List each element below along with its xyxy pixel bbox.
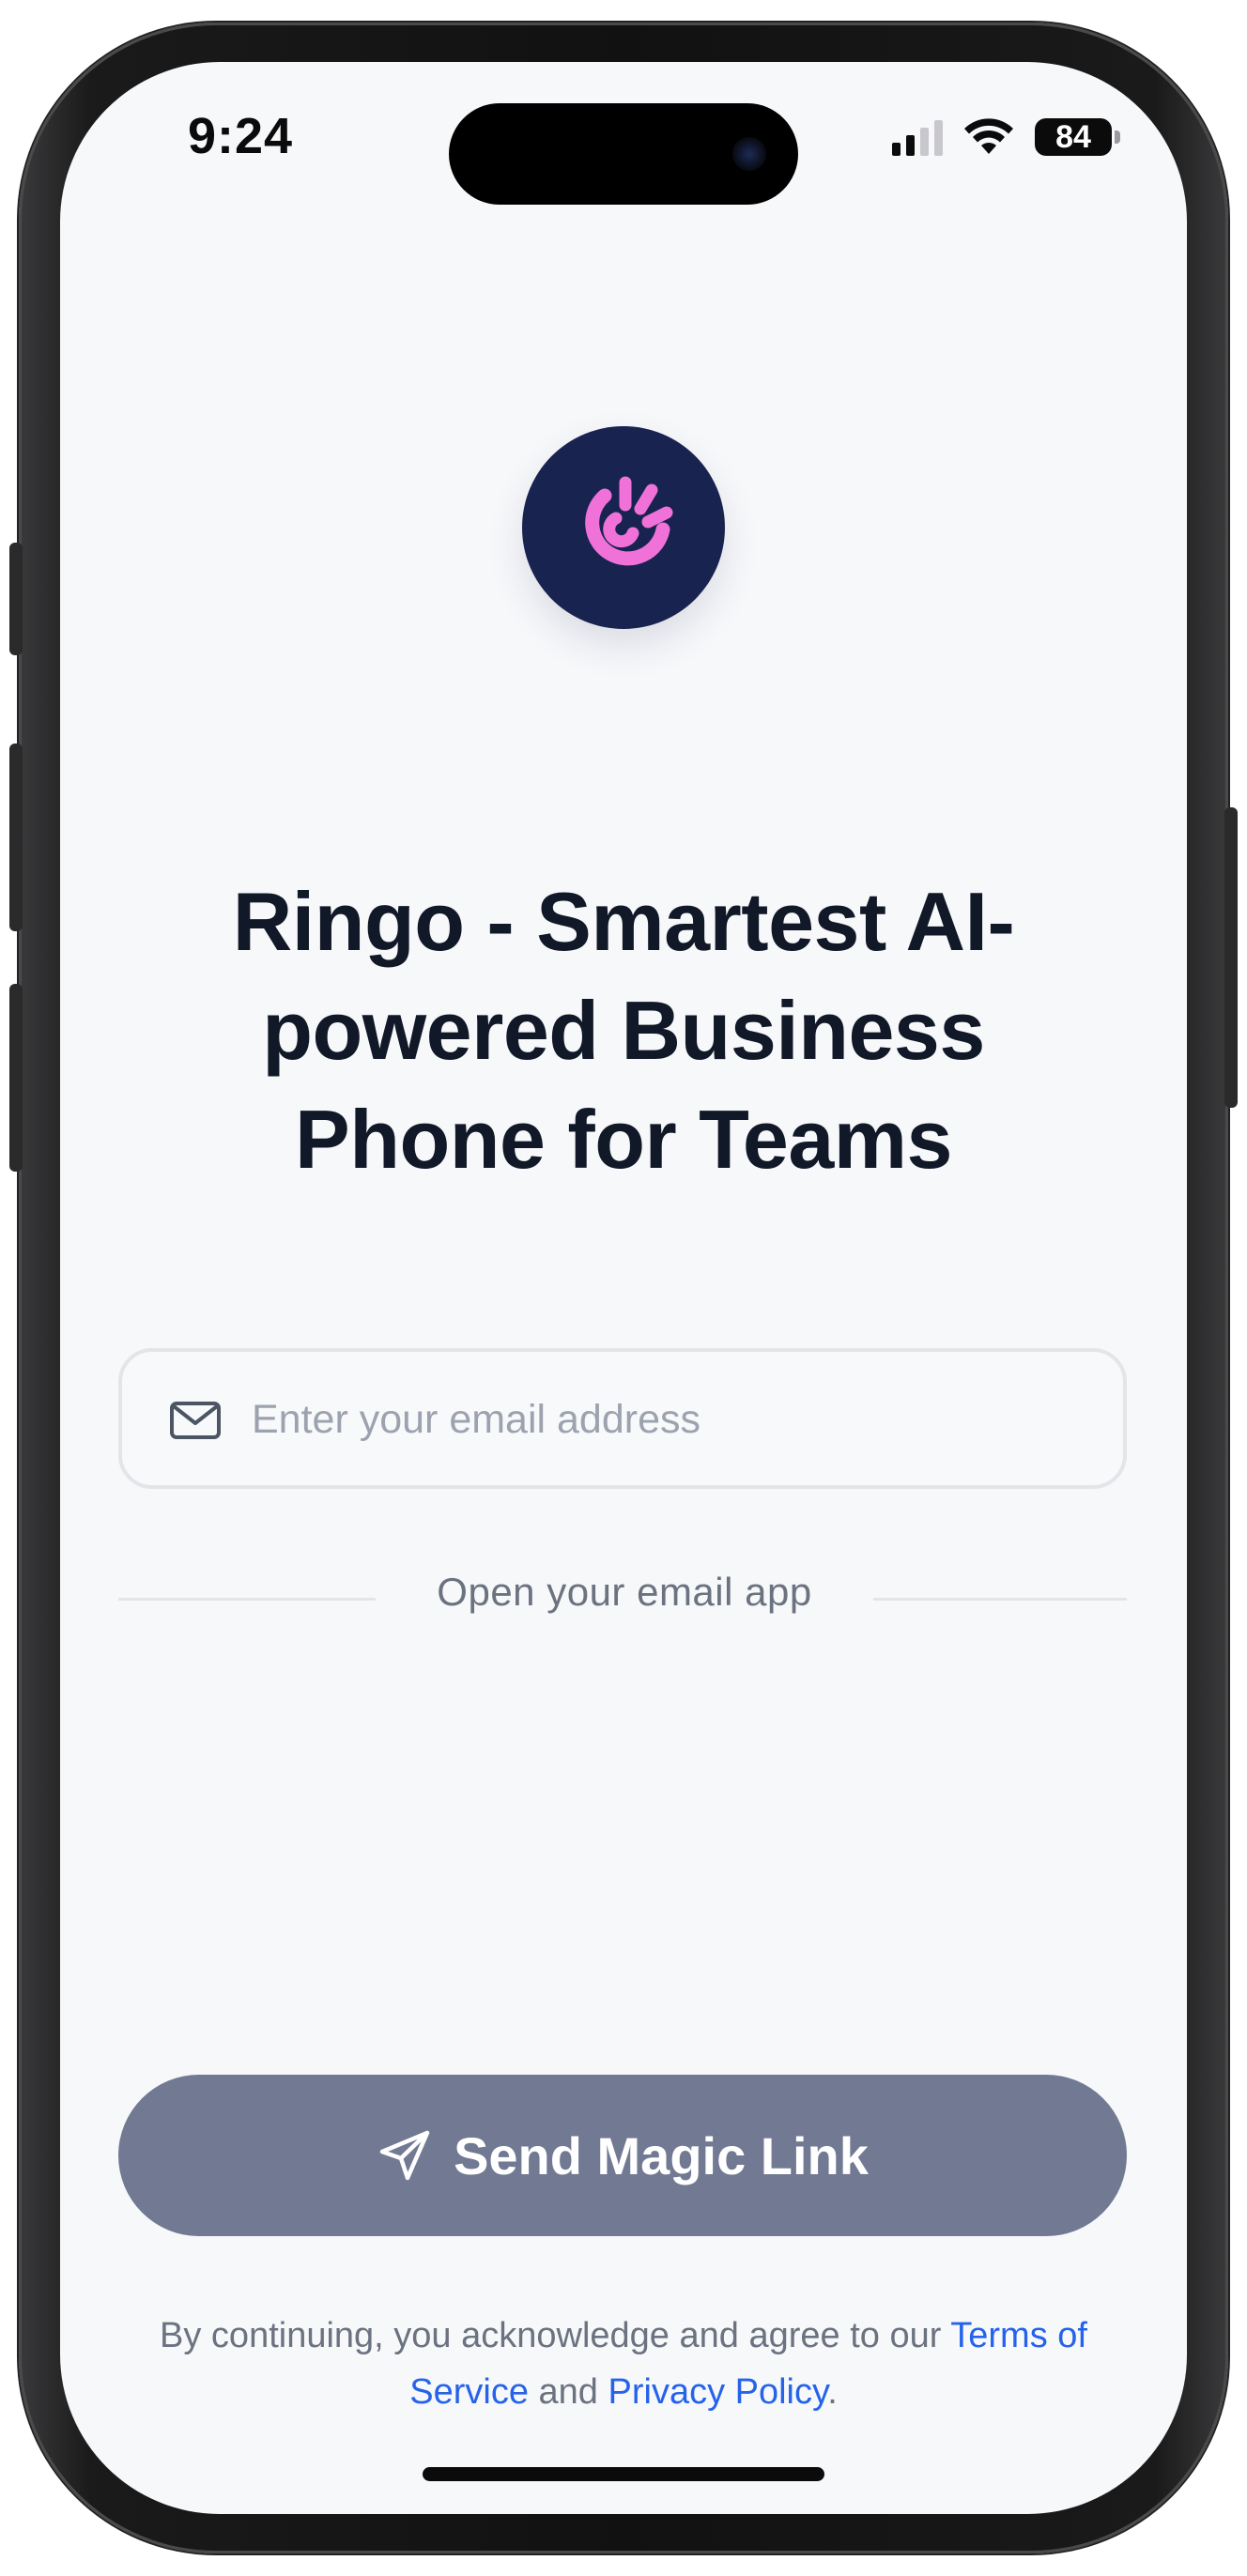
ringo-logo-icon (522, 426, 725, 629)
dynamic-island (449, 103, 798, 205)
cellular-signal-icon (892, 118, 943, 156)
app-screen: 9:24 84 Ringo - Smartest AI-powered Busi… (60, 62, 1187, 2514)
battery-level: 84 (1055, 118, 1091, 155)
status-time: 9:24 (188, 108, 294, 164)
privacy-policy-link[interactable]: Privacy Policy (608, 2372, 828, 2412)
legal-prefix: By continuing, you acknowledge and agree… (160, 2316, 951, 2355)
ringo-mark-icon (585, 476, 673, 566)
send-magic-link-button[interactable]: Send Magic Link (118, 2075, 1127, 2236)
battery-icon: 84 (1035, 118, 1120, 156)
volume-down-button (9, 984, 23, 1172)
side-power-button (1224, 807, 1238, 1108)
front-camera-icon (732, 137, 766, 171)
action-button (9, 543, 23, 655)
home-indicator[interactable] (423, 2467, 824, 2481)
app-headline: Ringo - Smartest AI-powered Business Pho… (232, 875, 1015, 1186)
email-input[interactable] (252, 1380, 1078, 1459)
legal-suffix: . (827, 2372, 838, 2412)
send-icon (379, 2130, 430, 2181)
open-email-app-link[interactable]: Open your email app (376, 1570, 873, 1615)
legal-middle: and (528, 2372, 608, 2412)
mail-icon (170, 1402, 221, 1439)
divider-line-left (118, 1598, 376, 1601)
send-button-label: Send Magic Link (454, 2125, 869, 2185)
wifi-icon (964, 118, 1013, 154)
legal-notice: By continuing, you acknowledge and agree… (135, 2308, 1112, 2420)
divider-line-right (873, 1598, 1127, 1601)
volume-up-button (9, 744, 23, 931)
status-icons: 84 (892, 116, 1120, 158)
email-field[interactable] (118, 1348, 1127, 1489)
